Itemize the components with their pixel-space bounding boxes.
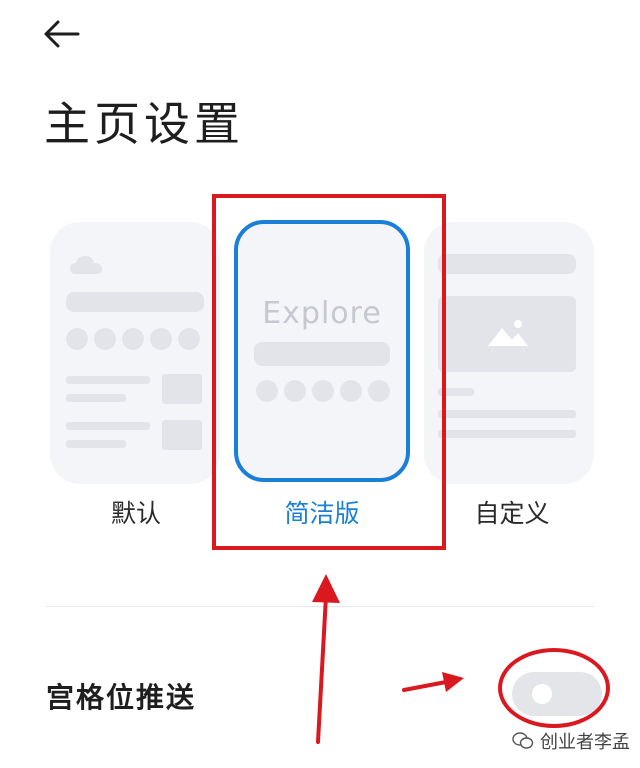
watermark: 创业者李孟: [512, 728, 630, 754]
preview-line: [66, 422, 150, 430]
preview-line: [66, 376, 150, 384]
preview-dot: [66, 328, 88, 350]
back-arrow-icon: [44, 20, 80, 48]
preview-dot: [122, 328, 144, 350]
image-icon: [488, 320, 528, 346]
preview-thumb: [162, 420, 202, 450]
preview-line: [438, 430, 576, 438]
annotation-circle: [498, 648, 610, 728]
cloud-icon: [70, 256, 102, 274]
preview-thumb: [162, 374, 202, 404]
preview-dot: [178, 328, 200, 350]
preview-line: [438, 410, 576, 418]
preview-dot: [94, 328, 116, 350]
layout-card-custom[interactable]: [424, 222, 594, 484]
divider: [46, 606, 594, 607]
layout-card-default[interactable]: [50, 222, 220, 484]
page-title: 主页设置: [44, 97, 244, 151]
preview-bar: [66, 292, 204, 312]
layout-label-custom[interactable]: 自定义: [462, 494, 562, 530]
annotation-arrow-right: [402, 672, 464, 692]
preview-dot: [150, 328, 172, 350]
preview-image: [438, 296, 576, 372]
preview-bar: [438, 254, 576, 274]
back-button[interactable]: [40, 14, 84, 54]
annotation-arrow-up: [312, 574, 340, 744]
layout-label-default[interactable]: 默认: [96, 494, 176, 530]
annotation-highlight-box: [212, 194, 446, 550]
watermark-text: 创业者李孟: [540, 732, 630, 753]
grid-push-label: 宫格位推送: [46, 681, 197, 714]
wechat-icon: [512, 732, 534, 749]
preview-line: [66, 394, 126, 402]
preview-line: [66, 440, 126, 448]
